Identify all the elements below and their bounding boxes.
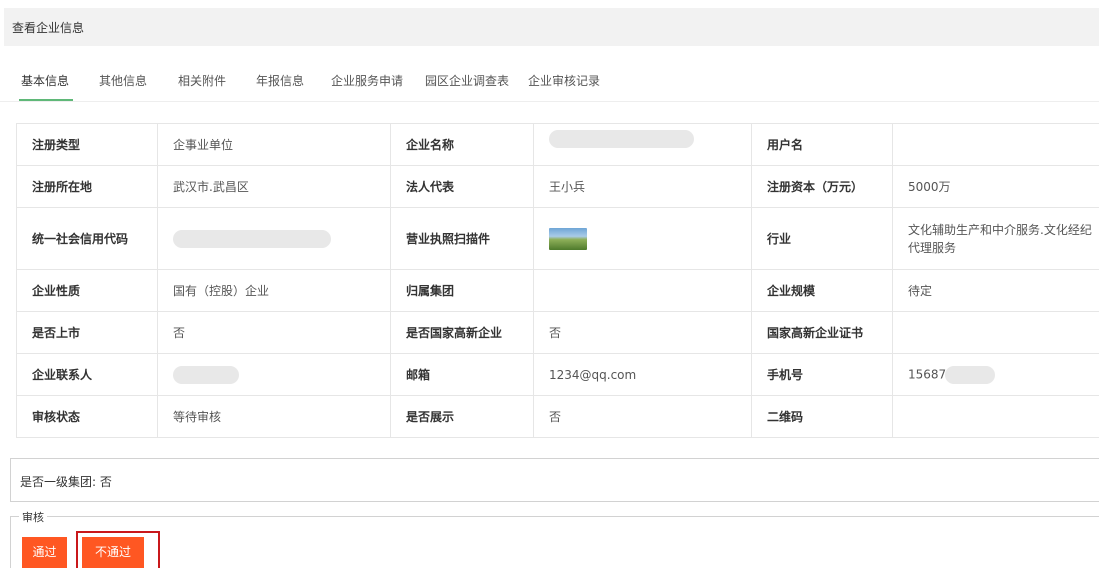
table-row: 注册类型 企事业单位 企业名称 用户名 <box>16 123 1099 166</box>
username-label: 用户名 <box>751 123 893 166</box>
table-row: 是否上市 否 是否国家高新企业 否 国家高新企业证书 <box>16 311 1099 354</box>
company-info-table: 注册类型 企事业单位 企业名称 用户名 注册所在地 武汉市.武昌区 法人代表 王… <box>16 123 1099 438</box>
redacted-contact <box>173 365 239 384</box>
group-level-box: 是否一级集团: 否 <box>10 458 1099 502</box>
page-title: 查看企业信息 <box>12 21 85 35</box>
tab-basic-info[interactable]: 基本信息 <box>21 72 69 89</box>
legal-rep-label: 法人代表 <box>390 165 534 208</box>
tab-park-survey[interactable]: 园区企业调查表 <box>425 72 509 89</box>
license-value <box>533 207 752 270</box>
email-label: 邮箱 <box>390 353 534 396</box>
tab-attachments[interactable]: 相关附件 <box>178 72 226 89</box>
listed-value: 否 <box>157 311 391 354</box>
table-row: 统一社会信用代码 营业执照扫描件 行业 文化辅助生产和中介服务.文化经纪代理服务 <box>16 207 1099 270</box>
contact-label: 企业联系人 <box>16 353 158 396</box>
tab-annual-report[interactable]: 年报信息 <box>256 72 304 89</box>
scale-value: 待定 <box>892 269 1099 312</box>
phone-value: 15687( <box>892 353 1099 396</box>
license-label: 营业执照扫描件 <box>390 207 534 270</box>
table-row: 企业联系人 邮箱 1234@qq.com 手机号 15687( <box>16 353 1099 396</box>
display-value: 否 <box>533 395 752 438</box>
license-thumbnail-image[interactable] <box>549 227 587 250</box>
capital-label: 注册资本（万元） <box>751 165 893 208</box>
reg-type-value: 企事业单位 <box>157 123 391 166</box>
redacted-credit-code <box>173 229 331 248</box>
audit-fieldset: 审核 <box>10 509 1099 568</box>
tab-other-info[interactable]: 其他信息 <box>99 72 147 89</box>
tab-audit-records[interactable]: 企业审核记录 <box>528 72 600 89</box>
hightech-cert-label: 国家高新企业证书 <box>751 311 893 354</box>
active-tab-indicator <box>19 99 73 101</box>
listed-label: 是否上市 <box>16 311 158 354</box>
hightech-value: 否 <box>533 311 752 354</box>
scale-label: 企业规模 <box>751 269 893 312</box>
audit-legend: 审核 <box>19 509 47 525</box>
email-value: 1234@qq.com <box>533 353 752 396</box>
redacted-company-name <box>549 130 694 148</box>
group-level-text: 是否一级集团: 否 <box>20 475 112 489</box>
table-row: 审核状态 等待审核 是否展示 否 二维码 <box>16 395 1099 438</box>
status-label: 审核状态 <box>16 395 158 438</box>
reg-type-label: 注册类型 <box>16 123 158 166</box>
hightech-cert-value <box>892 311 1099 354</box>
qr-value <box>892 395 1099 438</box>
page-header: 查看企业信息 <box>4 8 1099 46</box>
nature-label: 企业性质 <box>16 269 158 312</box>
contact-value <box>157 353 391 396</box>
group-value <box>533 269 752 312</box>
credit-code-label: 统一社会信用代码 <box>16 207 158 270</box>
location-label: 注册所在地 <box>16 165 158 208</box>
nature-value: 国有（控股）企业 <box>157 269 391 312</box>
tab-service-application[interactable]: 企业服务申请 <box>331 72 403 89</box>
legal-rep-value: 王小兵 <box>533 165 752 208</box>
company-name-value <box>533 123 752 166</box>
credit-code-value <box>157 207 391 270</box>
capital-value: 5000万 <box>892 165 1099 208</box>
display-label: 是否展示 <box>390 395 534 438</box>
table-row: 注册所在地 武汉市.武昌区 法人代表 王小兵 注册资本（万元） 5000万 <box>16 165 1099 208</box>
redacted-phone <box>944 365 995 384</box>
status-value: 等待审核 <box>157 395 391 438</box>
qr-label: 二维码 <box>751 395 893 438</box>
hightech-label: 是否国家高新企业 <box>390 311 534 354</box>
group-label: 归属集团 <box>390 269 534 312</box>
industry-value: 文化辅助生产和中介服务.文化经纪代理服务 <box>892 207 1099 270</box>
industry-label: 行业 <box>751 207 893 270</box>
tab-bar: 基本信息 其他信息 相关附件 年报信息 企业服务申请 园区企业调查表 企业审核记… <box>0 62 1099 102</box>
username-value <box>892 123 1099 166</box>
company-name-label: 企业名称 <box>390 123 534 166</box>
table-row: 企业性质 国有（控股）企业 归属集团 企业规模 待定 <box>16 269 1099 312</box>
reject-button[interactable]: 不通过 <box>82 537 144 568</box>
approve-button[interactable]: 通过 <box>22 537 67 568</box>
phone-label: 手机号 <box>751 353 893 396</box>
location-value: 武汉市.武昌区 <box>157 165 391 208</box>
